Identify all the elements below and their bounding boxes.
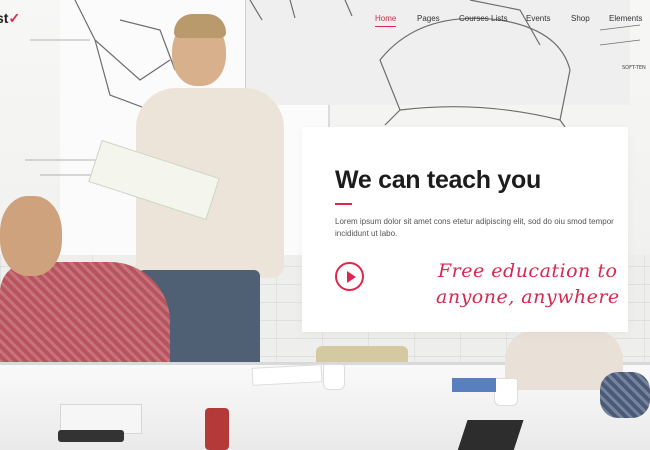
laptop <box>456 420 524 450</box>
tagline-line-2: anyone, anywhere <box>436 286 620 308</box>
logo-check-icon: ✓ <box>8 10 21 26</box>
soda-can <box>205 408 229 450</box>
play-icon <box>347 271 356 283</box>
folder <box>452 378 496 392</box>
nav-item-elements[interactable]: Elements <box>609 14 642 23</box>
board-label: SOFT-TEN <box>622 65 646 71</box>
hero-title: We can teach you <box>335 166 541 194</box>
teacher-hair <box>174 14 226 38</box>
phone <box>58 430 124 442</box>
nav-item-pages[interactable]: Pages <box>417 14 440 23</box>
papers <box>251 364 323 386</box>
tagline-line-1: Free education to <box>438 260 618 282</box>
nav-item-shop[interactable]: Shop <box>571 14 590 23</box>
nav-item-events[interactable]: Events <box>526 14 550 23</box>
student-left-head <box>0 196 62 276</box>
title-underline <box>335 203 352 205</box>
nav-item-courses-lists[interactable]: Courses Lists <box>459 14 507 23</box>
student-right-arm <box>600 372 650 418</box>
mug <box>323 364 345 390</box>
mug <box>494 378 518 406</box>
main-navigation: Home Pages Courses Lists Events Shop Ele… <box>360 14 650 30</box>
hero-description: Lorem ipsum dolor sit amet cons etetur a… <box>335 217 614 238</box>
play-video-button[interactable] <box>335 262 364 291</box>
nav-item-home[interactable]: Home <box>375 14 397 27</box>
site-logo[interactable]: st✓ <box>0 10 20 27</box>
